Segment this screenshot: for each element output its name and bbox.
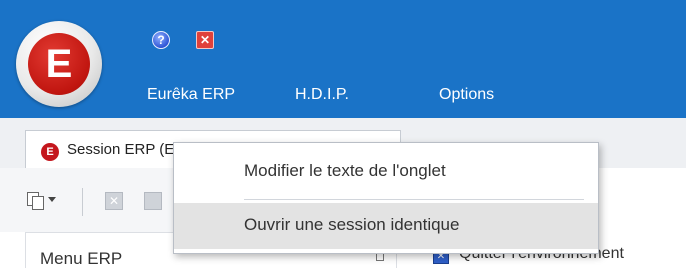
app-logo-letter: E (28, 33, 90, 95)
delete-icon[interactable]: ✕ (105, 192, 123, 210)
context-menu-item-label: Modifier le texte de l'onglet (244, 161, 446, 180)
help-icon[interactable]: ? (152, 31, 170, 49)
ribbon: E ? ✕ Eurêka ERP H.D.I.P. Options (0, 0, 686, 118)
context-menu-item-open-identical-session[interactable]: Ouvrir une session identique (174, 203, 598, 249)
panel-title: Menu ERP (40, 249, 123, 268)
toolbar-separator (82, 188, 83, 216)
context-menu-separator (244, 199, 584, 200)
menu-eureka-erp[interactable]: Eurêka ERP (147, 86, 235, 104)
chevron-down-icon[interactable] (48, 197, 56, 202)
eureka-icon: E (41, 143, 59, 161)
context-menu: Modifier le texte de l'onglet Ouvrir une… (173, 142, 599, 254)
context-menu-item-label: Ouvrir une session identique (244, 215, 460, 234)
context-menu-item-rename-tab[interactable]: Modifier le texte de l'onglet (174, 149, 598, 195)
menu-options[interactable]: Options (439, 86, 494, 104)
app-logo[interactable]: E (16, 21, 102, 107)
toolbar-button-icon[interactable] (144, 192, 162, 210)
copy-icon[interactable] (27, 192, 44, 210)
close-icon[interactable]: ✕ (196, 31, 214, 49)
menu-hdip[interactable]: H.D.I.P. (295, 86, 349, 104)
